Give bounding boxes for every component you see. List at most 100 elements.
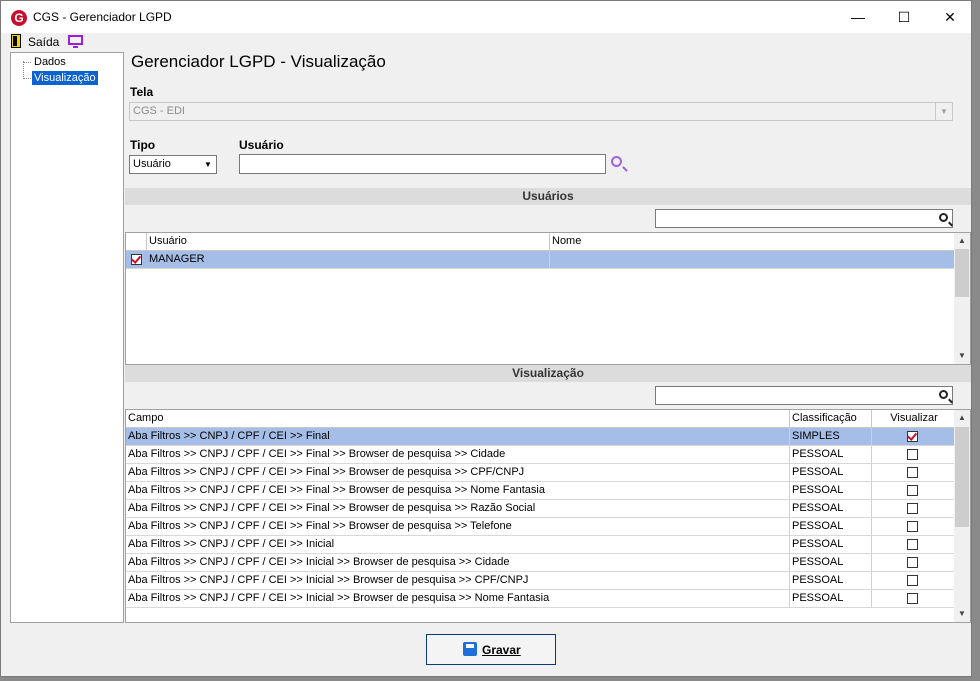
visualizar-checkbox[interactable] xyxy=(907,485,918,496)
visualizar-checkbox[interactable] xyxy=(907,503,918,514)
menu-bar xyxy=(1,33,971,51)
table-row[interactable]: Aba Filtros >> CNPJ / CPF / CEI >> Final… xyxy=(126,464,955,482)
table-row[interactable]: Aba Filtros >> CNPJ / CPF / CEI >> Inici… xyxy=(126,554,955,572)
exit-menu-item[interactable]: Saída xyxy=(28,35,59,49)
cell-visualizar xyxy=(872,590,955,607)
app-window: G CGS - Gerenciador LGPD — ☐ ✕ Saída Dad… xyxy=(0,0,972,677)
cell-campo: Aba Filtros >> CNPJ / CPF / CEI >> Inici… xyxy=(126,590,790,607)
cell-visualizar xyxy=(872,428,955,445)
visualizar-checkbox[interactable] xyxy=(907,593,918,604)
cell-classificacao: SIMPLES xyxy=(790,428,872,445)
column-header-nome[interactable]: Nome xyxy=(550,233,955,250)
table-row[interactable]: Aba Filtros >> CNPJ / CPF / CEI >> Inici… xyxy=(126,572,955,590)
gravar-button-label: Gravar xyxy=(482,643,521,657)
tree-item-visualizacao[interactable]: Visualização xyxy=(32,71,98,85)
visualizar-checkbox[interactable] xyxy=(907,449,918,460)
gravar-button[interactable]: Gravar xyxy=(426,634,556,665)
cell-usuario: MANAGER xyxy=(147,251,550,268)
visualizar-checkbox[interactable] xyxy=(907,575,918,586)
cell-classificacao: PESSOAL xyxy=(790,500,872,517)
tela-select[interactable]: CGS - EDI ▼ xyxy=(129,102,953,121)
table-row[interactable]: Aba Filtros >> CNPJ / CPF / CEI >> Final… xyxy=(126,482,955,500)
tree-item-dados[interactable]: Dados xyxy=(32,55,68,69)
exit-door-icon[interactable] xyxy=(11,34,21,48)
cell-campo: Aba Filtros >> CNPJ / CPF / CEI >> Final… xyxy=(126,500,790,517)
usuarios-scrollbar[interactable]: ▲ ▼ xyxy=(954,233,970,364)
close-button[interactable]: ✕ xyxy=(927,1,973,33)
cell-classificacao: PESSOAL xyxy=(790,464,872,481)
cell-visualizar xyxy=(872,518,955,535)
cell-campo: Aba Filtros >> CNPJ / CPF / CEI >> Final xyxy=(126,428,790,445)
visualizar-checkbox[interactable] xyxy=(907,539,918,550)
title-bar[interactable]: G CGS - Gerenciador LGPD — ☐ ✕ xyxy=(1,1,971,33)
tipo-value: Usuário xyxy=(133,158,171,170)
minimize-button[interactable]: — xyxy=(835,1,881,33)
search-icon[interactable] xyxy=(939,213,948,222)
tipo-select[interactable]: Usuário ▼ xyxy=(129,155,217,174)
scroll-thumb[interactable] xyxy=(955,249,969,297)
search-icon[interactable] xyxy=(611,156,622,167)
column-header-classificacao[interactable]: Classificação xyxy=(790,410,872,427)
cell-visualizar xyxy=(872,536,955,553)
tela-label: Tela xyxy=(130,85,154,99)
chevron-down-icon[interactable]: ▼ xyxy=(200,156,216,173)
tipo-label: Tipo xyxy=(130,138,156,152)
scroll-thumb[interactable] xyxy=(955,427,969,527)
cell-campo: Aba Filtros >> CNPJ / CPF / CEI >> Final… xyxy=(126,446,790,463)
visualizar-checkbox[interactable] xyxy=(907,521,918,532)
grid-header: Campo Classificação Visualizar xyxy=(126,410,955,428)
app-logo-icon: G xyxy=(11,10,27,26)
cell-classificacao: PESSOAL xyxy=(790,518,872,535)
chevron-down-icon[interactable]: ▼ xyxy=(935,103,952,120)
maximize-button[interactable]: ☐ xyxy=(881,1,927,33)
visualizacao-grid: Campo Classificação Visualizar Aba Filtr… xyxy=(125,409,971,623)
cell-classificacao: PESSOAL xyxy=(790,572,872,589)
row-checkbox[interactable] xyxy=(131,254,142,265)
visualizar-checkbox[interactable] xyxy=(907,467,918,478)
usuarios-filter-input[interactable] xyxy=(655,209,953,228)
visualizacao-scrollbar[interactable]: ▲ ▼ xyxy=(954,410,970,622)
nav-tree: Dados Visualização xyxy=(10,52,124,623)
cell-campo: Aba Filtros >> CNPJ / CPF / CEI >> Inici… xyxy=(126,554,790,571)
cell-campo: Aba Filtros >> CNPJ / CPF / CEI >> Inici… xyxy=(126,536,790,553)
scroll-up-icon[interactable]: ▲ xyxy=(954,410,970,426)
table-row[interactable]: Aba Filtros >> CNPJ / CPF / CEI >> Final… xyxy=(126,518,955,536)
cell-visualizar xyxy=(872,482,955,499)
cell-classificacao: PESSOAL xyxy=(790,554,872,571)
column-header-usuario[interactable]: Usuário xyxy=(147,233,550,250)
visualizar-checkbox[interactable] xyxy=(907,557,918,568)
table-row[interactable]: Aba Filtros >> CNPJ / CPF / CEI >> Final… xyxy=(126,428,955,446)
cell-campo: Aba Filtros >> CNPJ / CPF / CEI >> Final… xyxy=(126,518,790,535)
scroll-down-icon[interactable]: ▼ xyxy=(954,606,970,622)
table-row[interactable]: Aba Filtros >> CNPJ / CPF / CEI >> Final… xyxy=(126,500,955,518)
column-header-visualizar[interactable]: Visualizar xyxy=(872,410,955,427)
tree-connector xyxy=(23,78,31,80)
usuarios-section-header: Usuários xyxy=(125,188,971,205)
table-row[interactable]: Aba Filtros >> CNPJ / CPF / CEI >> Final… xyxy=(126,446,955,464)
scroll-down-icon[interactable]: ▼ xyxy=(954,348,970,364)
cell-classificacao: PESSOAL xyxy=(790,482,872,499)
cell-visualizar xyxy=(872,500,955,517)
window-title: CGS - Gerenciador LGPD xyxy=(33,10,172,24)
usuario-input[interactable] xyxy=(239,154,606,174)
search-icon[interactable] xyxy=(939,390,948,399)
tree-connector xyxy=(23,62,31,64)
table-row[interactable]: Aba Filtros >> CNPJ / CPF / CEI >> Inici… xyxy=(126,590,955,608)
cell-visualizar xyxy=(872,464,955,481)
save-disk-icon xyxy=(463,642,477,656)
tela-value: CGS - EDI xyxy=(133,105,185,117)
cell-campo: Aba Filtros >> CNPJ / CPF / CEI >> Inici… xyxy=(126,572,790,589)
visualizacao-section-header: Visualização xyxy=(125,365,971,382)
scroll-up-icon[interactable]: ▲ xyxy=(954,233,970,249)
column-header-campo[interactable]: Campo xyxy=(126,410,790,427)
cell-classificacao: PESSOAL xyxy=(790,446,872,463)
visualizacao-filter-input[interactable] xyxy=(655,386,953,405)
cell-visualizar xyxy=(872,554,955,571)
page-title: Gerenciador LGPD - Visualização xyxy=(131,52,386,71)
cell-visualizar xyxy=(872,446,955,463)
visualizar-checkbox[interactable] xyxy=(907,431,918,442)
monitor-icon[interactable] xyxy=(68,35,83,48)
table-row[interactable]: Aba Filtros >> CNPJ / CPF / CEI >> Inici… xyxy=(126,536,955,554)
grid-header-cell xyxy=(126,233,147,250)
table-row[interactable]: MANAGER xyxy=(126,251,955,269)
